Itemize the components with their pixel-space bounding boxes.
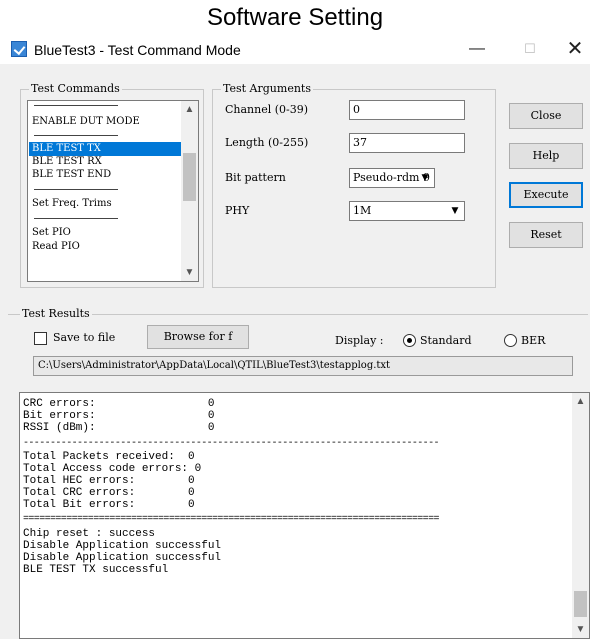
display-ber-radio[interactable] <box>504 334 517 347</box>
display-standard-label: Standard <box>420 334 472 347</box>
length-input[interactable]: 37 <box>349 133 465 153</box>
list-scrollbar[interactable]: ▲ ▼ <box>181 101 198 281</box>
length-label: Length (0-255) <box>225 136 309 149</box>
list-item-ble-test-end[interactable]: BLE TEST END <box>32 168 111 182</box>
close-button[interactable]: Close <box>509 103 583 129</box>
list-item-ble-test-tx[interactable]: BLE TEST TX <box>29 142 182 156</box>
close-window-button[interactable]: ✕ <box>553 38 590 62</box>
test-commands-legend: Test Commands <box>29 82 122 95</box>
bluetest-window: BlueTest3 - Test Command Mode — ☐ ✕ Test… <box>0 36 590 639</box>
log-line: Disable Application successful <box>23 552 222 564</box>
list-item-set-freq-trims[interactable]: Set Freq. Trims <box>32 197 112 211</box>
display-standard-radio[interactable] <box>403 334 416 347</box>
title-bar[interactable]: BlueTest3 - Test Command Mode — ☐ ✕ <box>0 36 590 64</box>
list-item-enable-dut[interactable]: ENABLE DUT MODE <box>32 115 140 129</box>
browse-button[interactable]: Browse for f <box>147 325 249 349</box>
log-line: Total CRC errors: 0 <box>23 487 195 499</box>
scrollbar-thumb[interactable] <box>574 591 587 617</box>
channel-label: Channel (0-39) <box>225 103 309 116</box>
channel-input[interactable]: 0 <box>349 100 465 120</box>
list-item-set-pio[interactable]: Set PIO <box>32 226 71 240</box>
test-arguments-group: Test Arguments Channel (0-39) 0 Length (… <box>212 82 496 288</box>
scroll-up-icon[interactable]: ▲ <box>181 101 198 118</box>
app-icon <box>11 41 27 57</box>
log-line: ========================================… <box>23 514 439 525</box>
dropdown-arrow-icon[interactable]: ▼ <box>417 170 433 186</box>
list-separator <box>34 189 118 190</box>
list-separator <box>34 105 118 106</box>
test-commands-list[interactable]: ENABLE DUT MODE BLE TEST TX BLE TEST RX … <box>27 100 199 282</box>
bit-pattern-select[interactable]: Pseudo-rdm 9 ▼ <box>349 168 435 188</box>
log-scrollbar[interactable]: ▲ ▼ <box>572 393 589 638</box>
phy-select[interactable]: 1M ▼ <box>349 201 465 221</box>
list-item-read-pio[interactable]: Read PIO <box>32 240 80 254</box>
help-button[interactable]: Help <box>509 143 583 169</box>
display-ber-label: BER <box>521 334 546 347</box>
scrollbar-thumb[interactable] <box>183 153 196 201</box>
scroll-down-icon[interactable]: ▼ <box>572 621 589 638</box>
save-to-file-label: Save to file <box>53 331 116 344</box>
bit-pattern-label: Bit pattern <box>225 171 286 184</box>
scroll-up-icon[interactable]: ▲ <box>572 393 589 410</box>
test-arguments-legend: Test Arguments <box>221 82 313 95</box>
list-separator <box>34 135 118 136</box>
log-line: Chip reset : success <box>23 528 156 540</box>
log-output[interactable]: CRC errors: 0 Bit errors: 0 RSSI (dBm): 0 -… <box>19 392 590 639</box>
phy-label: PHY <box>225 204 250 217</box>
log-line: Total Bit errors: 0 <box>23 499 195 511</box>
phy-value: 1M <box>353 204 372 217</box>
page-caption: Software Setting <box>206 4 384 31</box>
save-to-file-checkbox[interactable] <box>34 332 47 345</box>
dropdown-arrow-icon[interactable]: ▼ <box>447 203 463 219</box>
log-line: Bit errors: 0 <box>23 410 215 422</box>
log-line: ----------------------------------------… <box>23 438 439 449</box>
execute-button[interactable]: Execute <box>509 182 583 208</box>
log-file-path: C:\Users\Administrator\AppData\Local\QTI… <box>33 356 573 376</box>
scroll-down-icon[interactable]: ▼ <box>181 264 198 281</box>
log-line: Total HEC errors: 0 <box>23 475 195 487</box>
test-results-legend: Test Results <box>20 307 92 320</box>
test-commands-group: Test Commands ENABLE DUT MODE BLE TEST T… <box>20 82 204 288</box>
maximize-button[interactable]: ☐ <box>508 38 552 62</box>
log-line: BLE TEST TX successful <box>23 564 169 576</box>
window-title: BlueTest3 - Test Command Mode <box>34 42 241 58</box>
list-separator <box>34 218 118 219</box>
log-line: Total Packets received: 0 <box>23 451 195 463</box>
log-line: CRC errors: 0 <box>23 398 215 410</box>
reset-button[interactable]: Reset <box>509 222 583 248</box>
log-line: RSSI (dBm): 0 <box>23 422 215 434</box>
log-line: Total Access code errors: 0 <box>23 463 202 475</box>
display-label: Display : <box>335 334 384 347</box>
log-line: Disable Application successful <box>23 540 222 552</box>
minimize-button[interactable]: — <box>455 38 499 62</box>
list-item-ble-test-rx[interactable]: BLE TEST RX <box>32 155 102 169</box>
